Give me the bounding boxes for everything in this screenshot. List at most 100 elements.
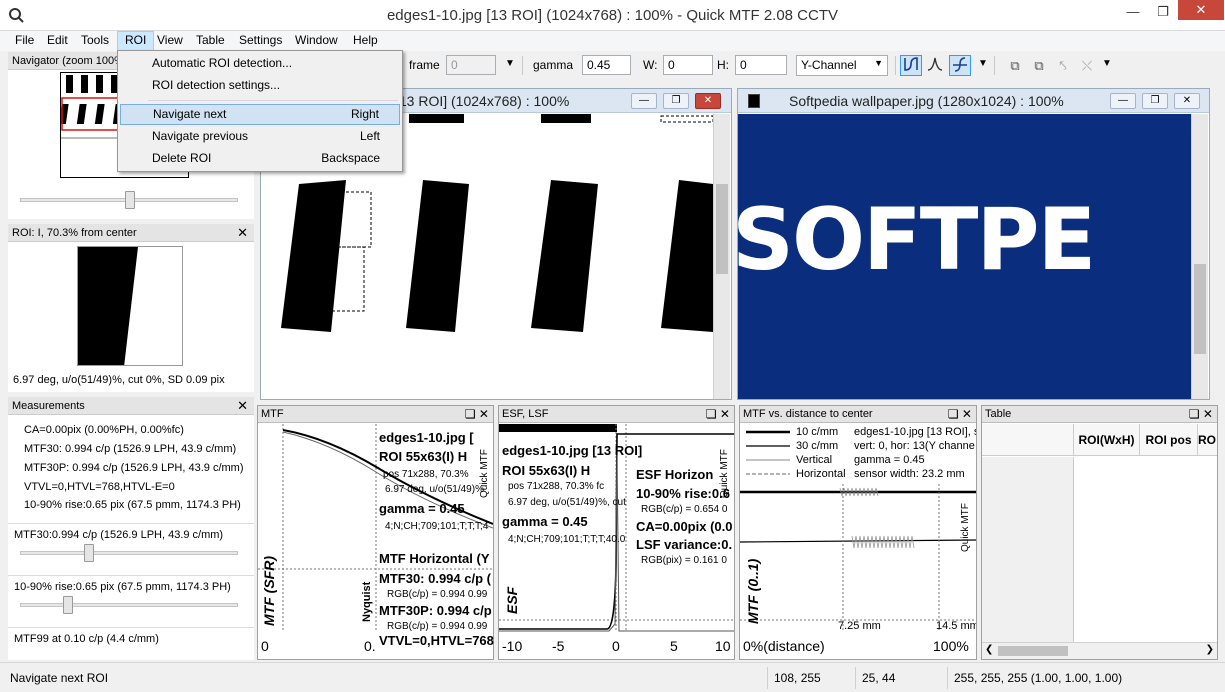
maximize-icon[interactable]: ❐	[1142, 93, 1168, 109]
height-input[interactable]: 0	[735, 55, 787, 75]
mtf-info-line: 4;N;CH;709;101;T;T;T;4	[385, 521, 489, 532]
minimize-icon[interactable]: —	[631, 93, 657, 109]
menu-item-label: Automatic ROI detection...	[152, 56, 293, 70]
mtf-info-line: 6.97 deg, u/o(51/49)%	[385, 484, 484, 495]
channel-select[interactable]: Y-Channel ▼	[796, 55, 888, 76]
maximize-icon[interactable]: ❐	[663, 93, 689, 109]
status-rgb: 255, 255, 255 (1.00, 1.00, 1.00)	[947, 667, 1217, 689]
quick-mtf-watermark: Quick MTF	[479, 449, 490, 498]
mtf-info-line: MTF30P: 0.994 c/p	[379, 603, 492, 618]
close-icon[interactable]: ✕	[1174, 93, 1200, 109]
frame-dropdown-icon[interactable]: ▼	[505, 58, 515, 69]
menu-item-roi-detection-settings[interactable]: ROI detection settings...	[120, 75, 400, 96]
rise-slider-thumb[interactable]	[63, 596, 73, 614]
mtf-info-line: MTF Horizontal (Y	[379, 551, 490, 566]
scroll-right-icon[interactable]: ❯	[1206, 644, 1214, 655]
esf-info-line: 10-90% rise:0.6	[636, 486, 730, 501]
scrollbar-thumb[interactable]	[716, 184, 728, 274]
curve-dropdown-icon[interactable]: ▼	[978, 58, 988, 69]
mtf-info-line: pos 71x288, 70.3%	[383, 469, 469, 480]
close-icon[interactable]: ✕	[1178, 0, 1224, 20]
tools-dropdown-icon[interactable]: ▼	[1102, 58, 1112, 69]
mtf-distance-panel: MTF vs. distance to center ❏ ✕ 10 c/mm 30…	[739, 405, 977, 660]
menu-table[interactable]: Table	[189, 31, 232, 51]
menu-view[interactable]: View	[150, 31, 190, 51]
clear-icon[interactable]: ⤬	[1076, 55, 1098, 76]
table-horizontal-scrollbar[interactable]: ❮ ❯	[982, 642, 1217, 659]
roi-panel-header: ROI: I, 70.3% from center ✕	[8, 224, 254, 242]
frame-label: frame	[409, 58, 440, 72]
distance-graph[interactable]: 10 c/mm 30 c/mm Vertical Horizontal edge…	[740, 424, 976, 632]
copy-graph-icon[interactable]: ⧉	[1004, 55, 1026, 76]
title-bar: edges1-10.jpg [13 ROI] (1024x768) : 100%…	[0, 0, 1225, 31]
table-panel: Table ❏ ✕ ROI(WxH) ROI pos RO ❮ ❯	[981, 405, 1218, 660]
menu-separator	[148, 100, 398, 101]
gamma-input[interactable]: 0.45	[582, 55, 631, 75]
menu-settings[interactable]: Settings	[232, 31, 289, 51]
menu-tools[interactable]: Tools	[74, 31, 116, 51]
rise-slider-track[interactable]	[20, 603, 238, 607]
menu-bar: File Edit Tools ROI View Table Settings …	[0, 31, 1225, 51]
mtf-info-line: MTF30: 0.994 c/p (	[379, 571, 491, 586]
toolbar-separator	[522, 56, 523, 75]
menu-item-navigate-next[interactable]: Navigate next Right	[120, 104, 400, 125]
mtf30-slider-track[interactable]	[20, 551, 238, 555]
copy-roi-icon[interactable]: ⧉	[1028, 55, 1050, 76]
quick-mtf-watermark: Quick MTF	[960, 503, 971, 552]
status-bar: Navigate next ROI 108, 255 25, 44 255, 2…	[0, 662, 1225, 692]
menu-item-delete-roi[interactable]: Delete ROI Backspace	[120, 148, 400, 169]
panel-window-controls[interactable]: ❏ ✕	[706, 406, 730, 422]
frame-input[interactable]: 0	[446, 55, 496, 75]
mtf-panel-header: MTF ❏ ✕	[258, 406, 493, 423]
menu-window[interactable]: Window	[288, 31, 345, 51]
panel-window-controls[interactable]: ❏ ✕	[948, 406, 972, 422]
scrollbar-thumb[interactable]	[998, 646, 1068, 656]
status-message: Navigate next ROI	[10, 671, 109, 685]
edges-window-title: [13 ROI] (1024x768) : 100%	[395, 93, 570, 109]
menu-item-shortcut: Backspace	[321, 151, 380, 165]
mtf99-label: MTF99 at 0.10 c/p (4.4 c/mm)	[14, 633, 159, 645]
close-icon[interactable]: ✕	[695, 93, 721, 109]
esf-curve-icon[interactable]	[900, 55, 922, 76]
scrollbar-thumb[interactable]	[1194, 264, 1206, 354]
esf-graph[interactable]: edges1-10.jpg [13 ROI] ROI 55x63(I) H po…	[499, 424, 734, 632]
lsf-curve-icon[interactable]	[924, 55, 946, 76]
channel-value: Y-Channel	[801, 58, 857, 72]
column-header[interactable]: ROI(WxH)	[1074, 424, 1140, 456]
edges-vertical-scrollbar[interactable]	[713, 114, 730, 399]
width-input[interactable]: 0	[663, 55, 713, 75]
minimize-icon[interactable]: —	[1118, 1, 1148, 23]
zoom-slider-thumb[interactable]	[125, 191, 135, 209]
legend-entry: Horizontal	[796, 468, 846, 480]
mtf30-slider-label: MTF30:0.994 c/p (1526.9 LPH, 43.9 c/mm)	[14, 529, 224, 541]
column-header[interactable]: RO	[1198, 424, 1218, 456]
panel-window-controls[interactable]: ❏ ✕	[465, 406, 489, 422]
paste-icon[interactable]: ⤣	[1052, 55, 1074, 76]
minimize-icon[interactable]: —	[1110, 93, 1136, 109]
mtf-graph[interactable]: edges1-10.jpg [ ROI 55x63(I) H pos 71x28…	[258, 424, 493, 632]
distance-mark: 7.25 mm	[838, 620, 881, 632]
mtf30-slider-thumb[interactable]	[84, 544, 94, 562]
menu-roi[interactable]: ROI	[117, 31, 155, 51]
measurements-header: Measurements ✕	[8, 397, 254, 415]
close-icon[interactable]: ✕	[237, 224, 248, 241]
scroll-left-icon[interactable]: ❮	[985, 644, 993, 655]
esf-info-line: gamma = 0.45	[502, 514, 588, 529]
panel-window-controls[interactable]: ❏ ✕	[1189, 406, 1213, 422]
menu-file[interactable]: File	[8, 31, 41, 51]
menu-edit[interactable]: Edit	[40, 31, 75, 51]
softpedia-vertical-scrollbar[interactable]	[1191, 114, 1208, 399]
menu-item-automatic-roi-detection[interactable]: Automatic ROI detection...	[120, 53, 400, 74]
softpedia-image-canvas[interactable]: SOFTPE	[738, 114, 1191, 399]
menu-help[interactable]: Help	[346, 31, 385, 51]
maximize-icon[interactable]: ❐	[1148, 1, 1178, 23]
mtf-curve-icon[interactable]	[949, 55, 971, 76]
mtf-panel: MTF ❏ ✕ edges1-10.jpg [ ROI 55x63(I) H po…	[257, 405, 494, 660]
menu-item-navigate-previous[interactable]: Navigate previous Left	[120, 126, 400, 147]
column-header[interactable]: ROI pos	[1140, 424, 1198, 456]
measurement-line: 10-90% rise:0.65 pix (67.5 pmm, 1174.3 P…	[24, 499, 241, 511]
close-icon[interactable]: ✕	[237, 397, 248, 414]
roi-dropdown-menu: Automatic ROI detection... ROI detection…	[117, 50, 403, 172]
height-label: H:	[717, 58, 729, 72]
esf-info-line: CA=0.00pix (0.0	[636, 519, 733, 534]
